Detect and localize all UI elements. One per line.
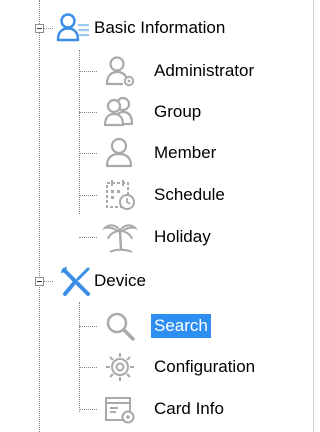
tree-connector <box>79 237 97 238</box>
tree-connector <box>39 0 40 432</box>
tree-connector <box>79 409 97 410</box>
card-gear-icon <box>102 391 138 427</box>
tree-connector <box>79 302 80 412</box>
tree-node-label[interactable]: Schedule <box>154 183 225 207</box>
tree-node-label[interactable]: Group <box>154 100 201 124</box>
tree-connector <box>79 71 97 72</box>
tree-connector <box>79 153 97 154</box>
navigation-tree: Basic Information Administrator Group Me… <box>0 0 314 432</box>
tools-icon <box>58 264 94 300</box>
tree-node-label[interactable]: Card Info <box>154 397 224 421</box>
tree-node-label-selected[interactable]: Search <box>151 314 211 338</box>
tree-node-label[interactable]: Holiday <box>154 225 211 249</box>
collapse-toggle[interactable] <box>35 277 44 286</box>
tree-connector <box>79 367 97 368</box>
users-list-icon <box>55 10 91 46</box>
tree-node-label[interactable]: Member <box>154 141 216 165</box>
tree-connector <box>79 326 97 327</box>
tree-node-label[interactable]: Device <box>94 269 146 293</box>
tree-node-label[interactable]: Configuration <box>154 355 255 379</box>
tree-connector <box>79 195 97 196</box>
member-user-icon <box>102 135 138 171</box>
admin-user-gear-icon <box>102 53 138 89</box>
collapse-toggle[interactable] <box>35 24 44 33</box>
palm-tree-icon <box>102 219 138 255</box>
tree-node-label[interactable]: Basic Information <box>94 16 225 40</box>
tree-connector <box>79 112 97 113</box>
magnifier-icon <box>102 308 138 344</box>
pane-border <box>313 0 314 432</box>
tree-connector <box>79 50 80 214</box>
group-users-icon <box>102 94 138 130</box>
gear-icon <box>102 349 138 385</box>
calendar-clock-icon <box>102 177 138 213</box>
tree-node-label[interactable]: Administrator <box>154 59 254 83</box>
